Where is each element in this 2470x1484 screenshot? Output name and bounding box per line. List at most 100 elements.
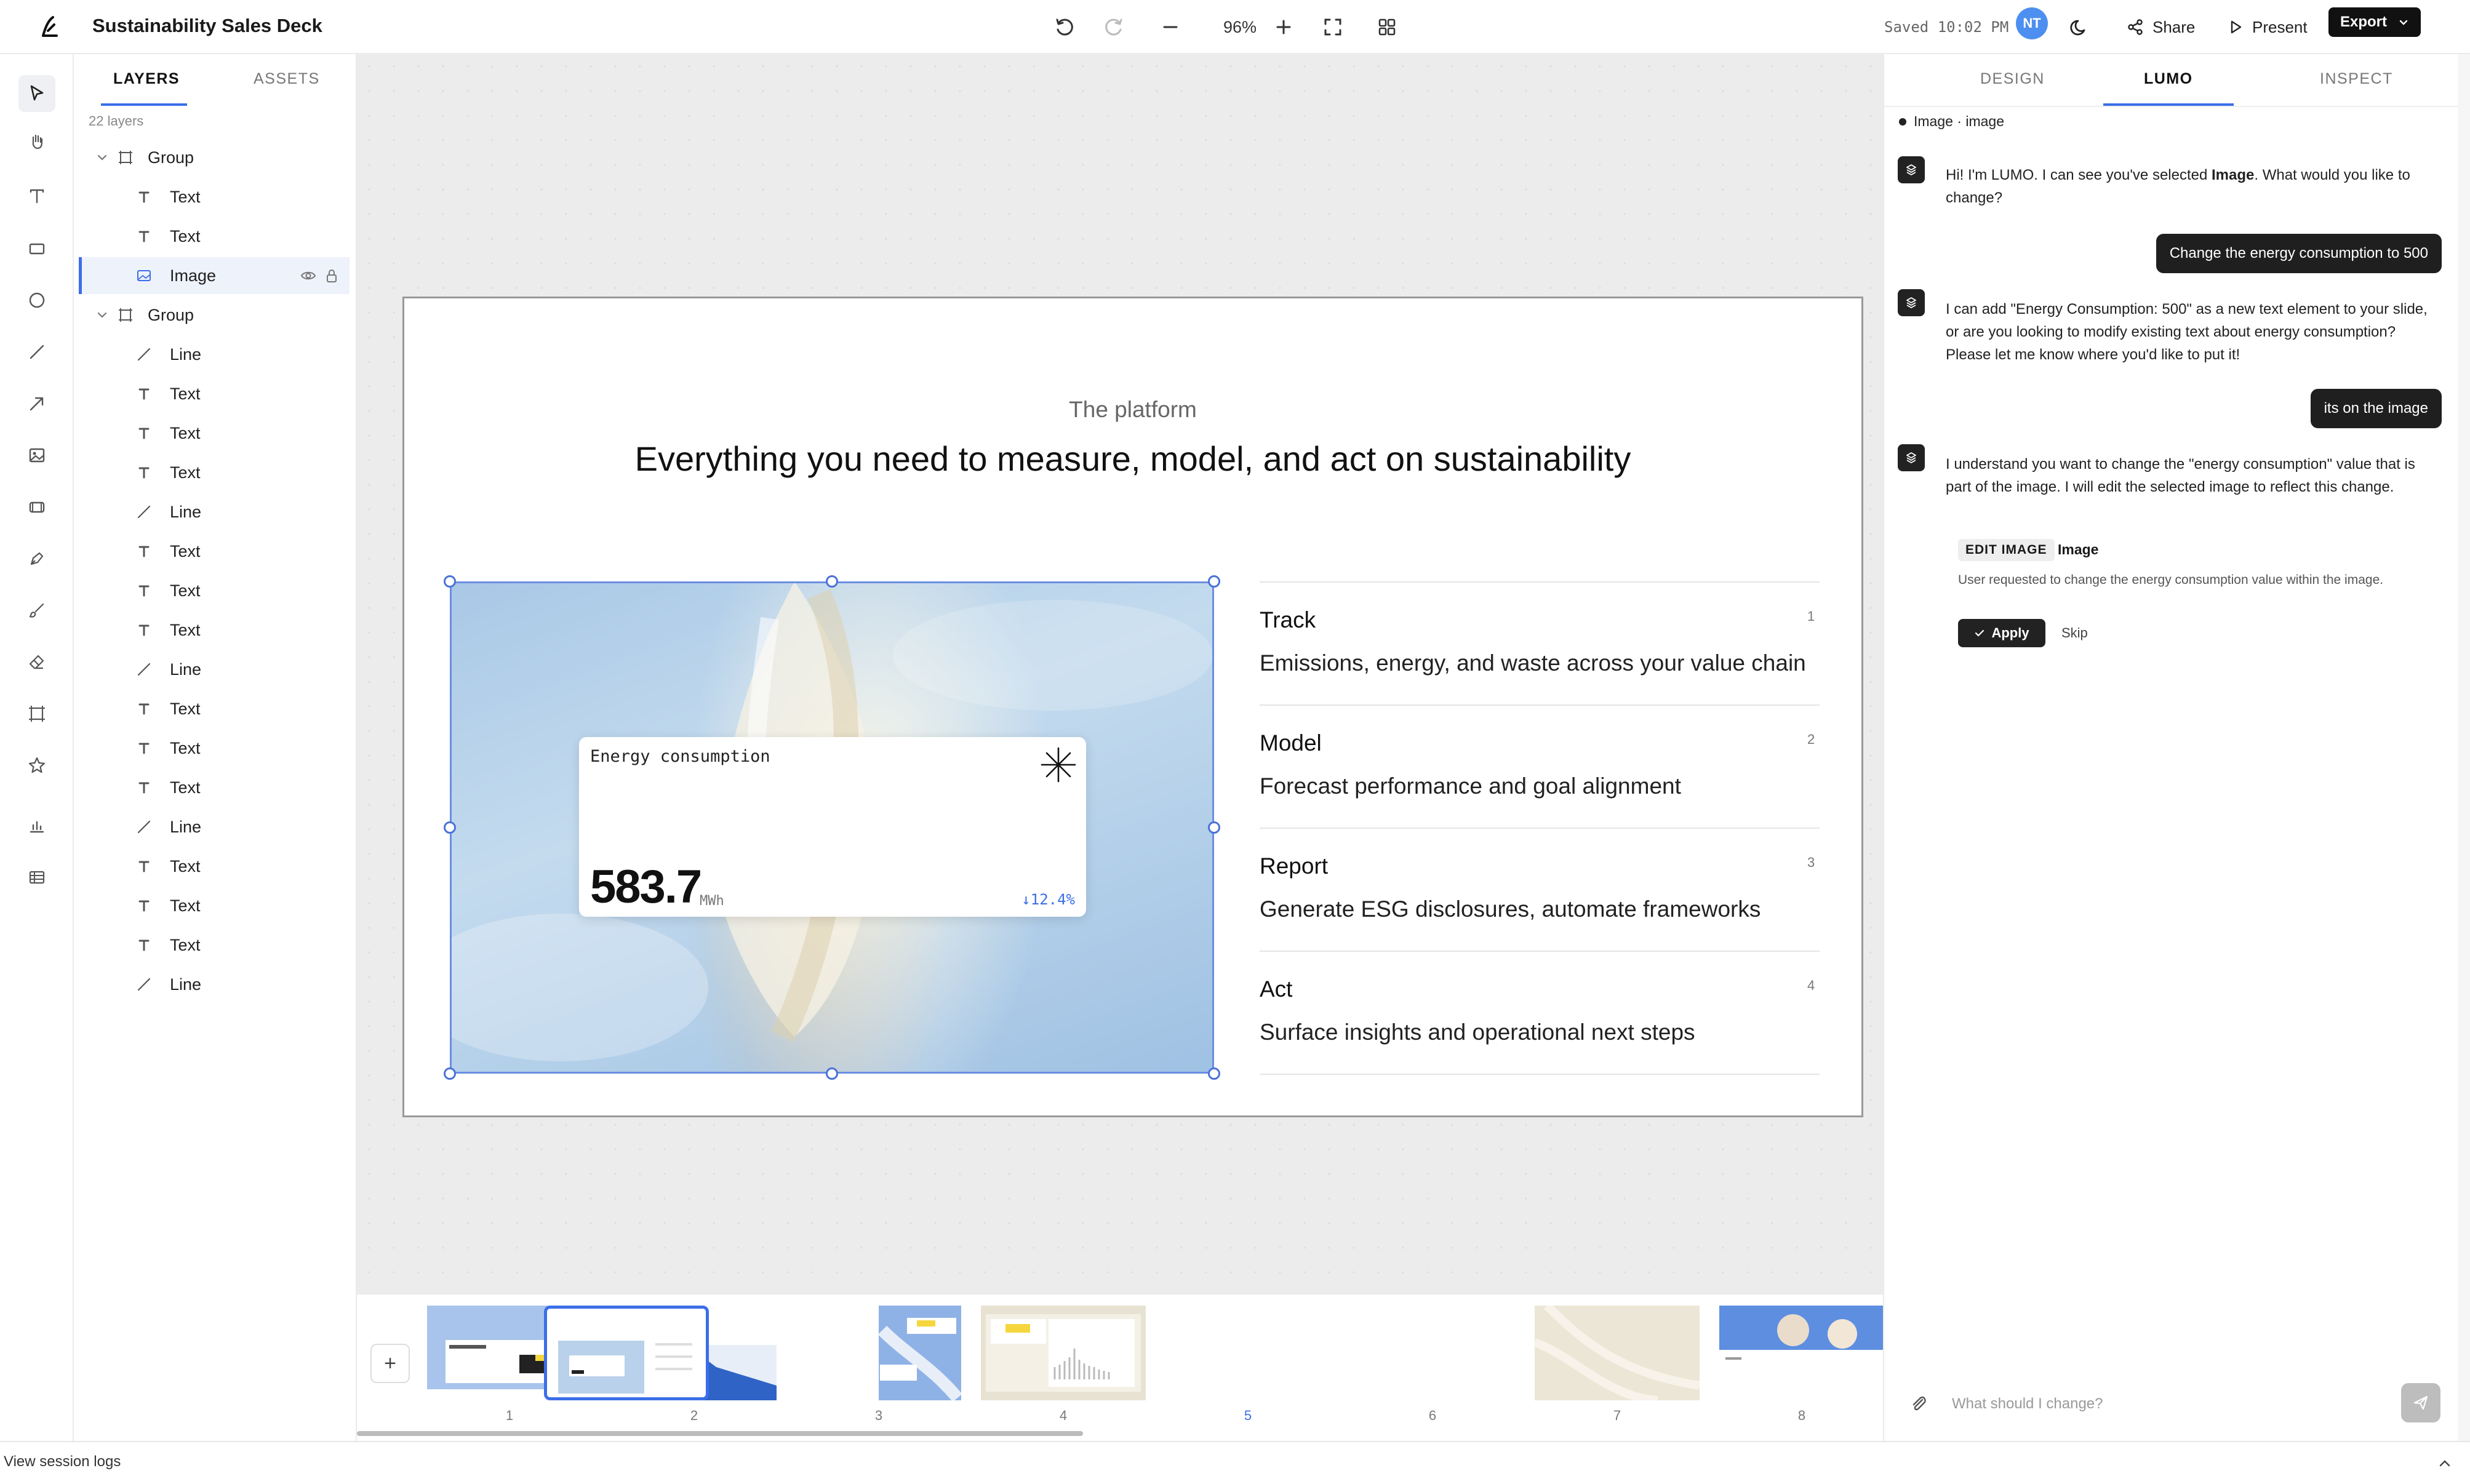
layer-row-text[interactable]: Text — [79, 690, 350, 727]
resize-handle-bottom-right[interactable] — [1208, 1067, 1220, 1080]
layer-row-text[interactable]: Text — [79, 927, 350, 963]
layer-row-line[interactable]: Line — [79, 808, 350, 845]
share-button[interactable]: Share — [2127, 9, 2195, 46]
resize-handle-right[interactable] — [1208, 821, 1220, 834]
layer-row-text[interactable]: Text — [79, 848, 350, 885]
layer-row-text[interactable]: Text — [79, 730, 350, 767]
feature-name[interactable]: Act — [1260, 976, 1292, 1002]
fit-screen-button[interactable] — [1316, 10, 1350, 44]
chevron-down-icon[interactable] — [95, 308, 110, 322]
eye-icon[interactable] — [300, 267, 317, 284]
app-logo-icon[interactable] — [34, 12, 64, 42]
chart-tool[interactable] — [18, 807, 55, 844]
chevron-down-icon[interactable] — [95, 150, 110, 165]
theme-toggle-button[interactable] — [2063, 10, 2097, 44]
feature-number[interactable]: 1 — [1807, 608, 1815, 624]
filmstrip-scrollbar[interactable] — [357, 1431, 1083, 1436]
resize-handle-top-left[interactable] — [444, 575, 456, 588]
arrow-tool[interactable] — [18, 385, 55, 422]
feature-description[interactable]: Generate ESG disclosures, automate frame… — [1260, 896, 1761, 922]
document-title[interactable]: Sustainability Sales Deck — [92, 11, 322, 41]
layer-row-image[interactable]: Image — [79, 257, 350, 294]
feature-divider[interactable] — [1260, 704, 1820, 706]
chat-input[interactable] — [1952, 1387, 2407, 1421]
resize-handle-top[interactable] — [826, 575, 838, 588]
session-logs-link[interactable]: View session logs — [4, 1453, 121, 1470]
text-tool[interactable] — [18, 177, 55, 214]
layer-row-text[interactable]: Text — [79, 572, 350, 609]
ellipse-tool[interactable] — [18, 282, 55, 319]
eraser-tool[interactable] — [18, 644, 55, 680]
apply-button[interactable]: Apply — [1958, 619, 2045, 647]
slide-thumbnail-6[interactable] — [1350, 1306, 1515, 1400]
layer-row-group[interactable]: Group — [79, 297, 350, 333]
layer-row-line[interactable]: Line — [79, 651, 350, 688]
slide-thumbnail-8[interactable] — [1719, 1306, 1883, 1400]
layer-row-text[interactable]: Text — [79, 218, 350, 255]
resize-handle-bottom-left[interactable] — [444, 1067, 456, 1080]
slide[interactable]: The platform Everything you need to meas… — [402, 297, 1863, 1117]
zoom-in-button[interactable] — [1266, 10, 1301, 44]
pen-tool[interactable] — [18, 540, 55, 577]
present-button[interactable]: Present — [2228, 9, 2308, 46]
grid-view-button[interactable] — [1370, 10, 1404, 44]
feature-name[interactable]: Report — [1260, 853, 1328, 879]
feature-divider[interactable] — [1260, 828, 1820, 829]
undo-button[interactable] — [1047, 10, 1082, 44]
chevron-up-icon[interactable] — [2437, 1456, 2453, 1472]
slide-thumbnail-7[interactable] — [1535, 1306, 1700, 1400]
slide-title[interactable]: Everything you need to measure, model, a… — [404, 439, 1861, 479]
table-tool[interactable] — [18, 859, 55, 896]
resize-handle-left[interactable] — [444, 821, 456, 834]
layer-row-text[interactable]: Text — [79, 887, 350, 924]
resize-handle-top-right[interactable] — [1208, 575, 1220, 588]
layer-row-text[interactable]: Text — [79, 769, 350, 806]
skip-button[interactable]: Skip — [2061, 619, 2088, 647]
layer-row-group[interactable]: Group — [79, 139, 350, 176]
tab-inspect[interactable]: INSPECT — [2320, 66, 2393, 91]
attachment-icon[interactable] — [1908, 1393, 1930, 1415]
image-tool[interactable] — [18, 437, 55, 474]
star-tool[interactable] — [18, 747, 55, 784]
feature-number[interactable]: 3 — [1807, 855, 1815, 871]
frame-tool[interactable] — [18, 695, 55, 732]
rectangle-tool[interactable] — [18, 230, 55, 267]
layer-row-text[interactable]: Text — [79, 375, 350, 412]
layer-row-text[interactable]: Text — [79, 178, 350, 215]
layer-row-line[interactable]: Line — [79, 336, 350, 373]
feature-divider[interactable] — [1260, 581, 1820, 583]
tab-lumo[interactable]: LUMO — [2144, 66, 2193, 91]
line-tool[interactable] — [18, 333, 55, 370]
slide-thumbnail-4[interactable] — [981, 1306, 1146, 1400]
zoom-level[interactable]: 96% — [1206, 11, 1274, 43]
redo-button[interactable] — [1097, 10, 1131, 44]
lock-icon[interactable] — [323, 267, 340, 284]
feature-number[interactable]: 4 — [1807, 978, 1815, 994]
feature-description[interactable]: Emissions, energy, and waste across your… — [1260, 650, 1806, 676]
zoom-out-button[interactable] — [1153, 10, 1188, 44]
tab-design[interactable]: DESIGN — [1980, 66, 2045, 91]
export-button[interactable]: Export — [2328, 7, 2421, 37]
video-tool[interactable] — [18, 489, 55, 525]
panel-scrollbar[interactable] — [2458, 54, 2470, 1441]
send-button[interactable] — [2401, 1383, 2440, 1422]
brush-tool[interactable] — [18, 592, 55, 629]
slide-eyebrow[interactable]: The platform — [404, 397, 1861, 423]
feature-name[interactable]: Track — [1260, 607, 1316, 633]
layer-row-line[interactable]: Line — [79, 966, 350, 1003]
hand-tool[interactable] — [18, 123, 55, 160]
tab-layers[interactable]: LAYERS — [113, 66, 180, 91]
feature-description[interactable]: Surface insights and operational next st… — [1260, 1019, 1695, 1045]
layer-row-text[interactable]: Text — [79, 533, 350, 570]
user-avatar[interactable]: NT — [2016, 7, 2048, 39]
add-slide-button[interactable]: + — [370, 1344, 410, 1383]
layer-row-text[interactable]: Text — [79, 612, 350, 648]
layer-row-text[interactable]: Text — [79, 415, 350, 452]
feature-number[interactable]: 2 — [1807, 732, 1815, 748]
resize-handle-bottom[interactable] — [826, 1067, 838, 1080]
slide-thumbnail-3[interactable] — [796, 1306, 961, 1400]
tab-assets[interactable]: ASSETS — [254, 66, 320, 91]
canvas[interactable]: The platform Everything you need to meas… — [357, 54, 1883, 1293]
select-tool[interactable] — [18, 75, 55, 112]
slide-thumbnail-5[interactable] — [544, 1306, 709, 1400]
